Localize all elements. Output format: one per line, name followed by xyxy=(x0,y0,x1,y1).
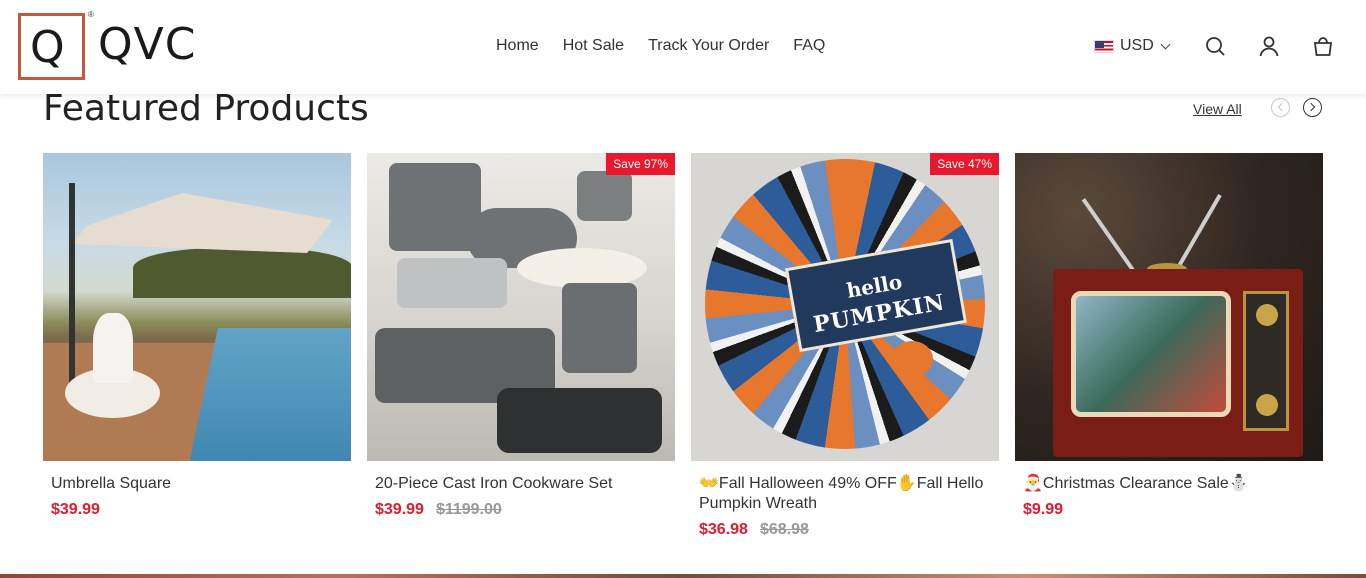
image-tv-body xyxy=(1053,269,1303,457)
product-card[interactable]: Save 97% 20-Piece Cast Iron Cookware Set… xyxy=(367,153,675,519)
nav-faq[interactable]: FAQ xyxy=(793,36,825,56)
user-icon[interactable] xyxy=(1257,34,1281,58)
product-name[interactable]: 🎅Christmas Clearance Sale⛄ xyxy=(1015,474,1323,494)
view-all-link[interactable]: View All xyxy=(1193,101,1242,117)
product-prices: $9.99 xyxy=(1015,501,1323,519)
discount-badge: Save 47% xyxy=(930,153,999,175)
image-utensil-crock xyxy=(577,171,632,221)
nav-home[interactable]: Home xyxy=(496,36,539,56)
search-icon[interactable] xyxy=(1203,34,1227,58)
image-grill-pan xyxy=(497,388,662,453)
product-name[interactable]: Umbrella Square xyxy=(43,474,351,494)
logo-letter: Q xyxy=(30,22,65,73)
image-antenna-right xyxy=(1173,194,1222,274)
currency-selector[interactable]: USD xyxy=(1094,37,1171,55)
product-price: $9.99 xyxy=(1023,501,1064,518)
registered-mark: ® xyxy=(88,10,94,19)
nav-hot-sale[interactable]: Hot Sale xyxy=(563,36,624,56)
image-person xyxy=(93,313,133,383)
logo-wordmark: QVC xyxy=(98,19,197,70)
image-antenna-left xyxy=(1081,198,1137,275)
product-price: $36.98 xyxy=(699,521,748,538)
site-header: Q ® QVC Home Hot Sale Track Your Order F… xyxy=(0,0,1366,94)
chevron-left-icon xyxy=(1277,102,1287,112)
product-price: $39.99 xyxy=(375,501,424,518)
product-name[interactable]: 20-Piece Cast Iron Cookware Set xyxy=(367,474,675,494)
product-image-christmas-tv[interactable] xyxy=(1015,153,1323,461)
image-trees xyxy=(133,248,351,298)
product-price: $39.99 xyxy=(51,501,100,518)
image-steel-pan xyxy=(397,258,507,308)
product-prices: $36.98 $68.98 xyxy=(691,521,999,539)
product-prices: $39.99 $1199.00 xyxy=(367,501,675,519)
nav-track-order[interactable]: Track Your Order xyxy=(648,36,769,56)
product-image-umbrella[interactable] xyxy=(43,153,351,461)
product-card[interactable]: 🎅Christmas Clearance Sale⛄ $9.99 xyxy=(1015,153,1323,519)
image-white-dish xyxy=(517,248,647,288)
image-pool xyxy=(188,328,351,461)
carousel-next-button[interactable] xyxy=(1303,98,1322,117)
image-tv-panel xyxy=(1243,291,1289,431)
image-tv-screen xyxy=(1071,291,1231,417)
image-umbrella-pole xyxy=(69,183,75,403)
product-image-wreath[interactable]: hello PUMPKIN xyxy=(691,153,999,461)
chevron-right-icon xyxy=(1306,102,1316,112)
discount-badge: Save 97% xyxy=(606,153,675,175)
logo-box: Q xyxy=(18,13,85,80)
product-prices: $39.99 xyxy=(43,501,351,519)
product-original-price: $68.98 xyxy=(759,521,809,538)
currency-label: USD xyxy=(1120,37,1154,54)
product-card[interactable]: Umbrella Square $39.99 xyxy=(43,153,351,519)
product-card[interactable]: hello PUMPKIN Save 47% 👐Fall Halloween 4… xyxy=(691,153,999,539)
image-pumpkin xyxy=(891,341,933,377)
bag-icon[interactable] xyxy=(1311,34,1335,58)
product-name[interactable]: 👐Fall Halloween 49% OFF✋Fall Hello Pumpk… xyxy=(691,474,999,514)
product-original-price: $1199.00 xyxy=(435,501,502,518)
image-umbrella xyxy=(73,193,333,253)
carousel-prev-button[interactable] xyxy=(1271,98,1290,117)
chevron-down-icon xyxy=(1160,39,1171,49)
image-knob xyxy=(1256,304,1278,326)
image-small-pots xyxy=(562,283,637,373)
next-section-edge xyxy=(0,574,1366,578)
product-image-cookware[interactable] xyxy=(367,153,675,461)
us-flag-icon xyxy=(1094,39,1114,53)
image-knob xyxy=(1256,394,1278,416)
qvc-logo[interactable]: Q ® QVC xyxy=(18,10,208,81)
main-nav: Home Hot Sale Track Your Order FAQ xyxy=(496,36,825,56)
